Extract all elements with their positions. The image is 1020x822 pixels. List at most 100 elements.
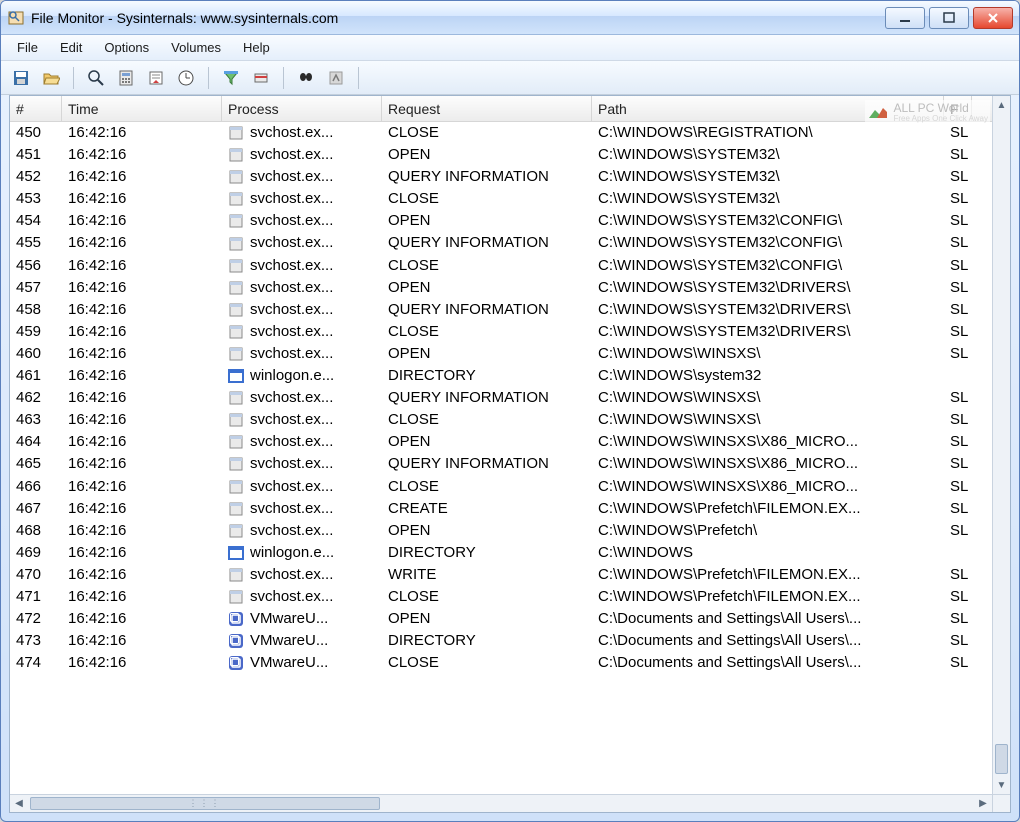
process-icon (228, 258, 244, 274)
table-row[interactable]: 45916:42:16svchost.ex...CLOSEC:\WINDOWS\… (10, 321, 1010, 343)
scroll-up-icon[interactable]: ▲ (993, 96, 1010, 114)
table-row[interactable]: 45516:42:16svchost.ex...QUERY INFORMATIO… (10, 232, 1010, 254)
scroll-left-icon[interactable]: ◀ (10, 795, 28, 812)
table-row[interactable]: 46016:42:16svchost.ex...OPENC:\WINDOWS\W… (10, 343, 1010, 365)
horizontal-scrollbar[interactable]: ◀ ⋮⋮⋮ ▶ (10, 794, 992, 812)
table-row[interactable]: 46616:42:16svchost.ex...CLOSEC:\WINDOWS\… (10, 476, 1010, 498)
rows-container[interactable]: 45016:42:16svchost.ex...CLOSEC:\WINDOWS\… (10, 122, 1010, 812)
table-row[interactable]: 46816:42:16svchost.ex...OPENC:\WINDOWS\P… (10, 520, 1010, 542)
table-row[interactable]: 46916:42:16winlogon.e...DIRECTORYC:\WIND… (10, 542, 1010, 564)
table-row[interactable]: 45416:42:16svchost.ex...OPENC:\WINDOWS\S… (10, 210, 1010, 232)
column-header-number[interactable]: # (10, 96, 62, 121)
cell-path: C:\WINDOWS\SYSTEM32\ (592, 144, 944, 166)
table-row[interactable]: 45216:42:16svchost.ex...QUERY INFORMATIO… (10, 166, 1010, 188)
menu-file[interactable]: File (7, 37, 48, 58)
cell-number: 462 (10, 387, 62, 409)
cell-result: SL (944, 188, 972, 210)
cell-time: 16:42:16 (62, 431, 222, 453)
menu-options[interactable]: Options (94, 37, 159, 58)
vertical-scrollbar[interactable]: ▲ ▼ (992, 96, 1010, 794)
cell-time: 16:42:16 (62, 476, 222, 498)
process-name: svchost.ex... (250, 520, 333, 542)
open-icon[interactable] (39, 66, 63, 90)
table-row[interactable]: 46216:42:16svchost.ex...QUERY INFORMATIO… (10, 387, 1010, 409)
cell-process: svchost.ex... (222, 188, 382, 210)
scrollbar-corner (992, 794, 1010, 812)
close-button[interactable] (973, 7, 1013, 29)
process-icon (228, 147, 244, 163)
autoscroll-icon[interactable] (144, 66, 168, 90)
cell-request: QUERY INFORMATION (382, 299, 592, 321)
cell-path: C:\WINDOWS\SYSTEM32\DRIVERS\ (592, 277, 944, 299)
cell-process: svchost.ex... (222, 476, 382, 498)
table-row[interactable]: 46316:42:16svchost.ex...CLOSEC:\WINDOWS\… (10, 409, 1010, 431)
table-row[interactable]: 46716:42:16svchost.ex...CREATEC:\WINDOWS… (10, 498, 1010, 520)
scroll-right-icon[interactable]: ▶ (974, 795, 992, 812)
cell-result: SL (944, 520, 972, 542)
column-header-request[interactable]: Request (382, 96, 592, 121)
toolbar-separator (73, 67, 74, 89)
maximize-button[interactable] (929, 7, 969, 29)
filter-icon[interactable] (219, 66, 243, 90)
cell-result: SL (944, 122, 972, 144)
hscroll-track[interactable]: ⋮⋮⋮ (28, 795, 974, 812)
menu-edit[interactable]: Edit (50, 37, 92, 58)
scroll-down-icon[interactable]: ▼ (993, 776, 1010, 794)
menu-help[interactable]: Help (233, 37, 280, 58)
table-row[interactable]: 45316:42:16svchost.ex...CLOSEC:\WINDOWS\… (10, 188, 1010, 210)
cell-process: svchost.ex... (222, 409, 382, 431)
highlight-icon[interactable] (249, 66, 273, 90)
cell-number: 468 (10, 520, 62, 542)
calculator-icon[interactable] (114, 66, 138, 90)
table-row[interactable]: 47216:42:16VMwareU...OPENC:\Documents an… (10, 608, 1010, 630)
process-icon (228, 567, 244, 583)
table-row[interactable]: 46516:42:16svchost.ex...QUERY INFORMATIO… (10, 453, 1010, 475)
table-row[interactable]: 47416:42:16VMwareU...CLOSEC:\Documents a… (10, 652, 1010, 674)
cell-request: WRITE (382, 564, 592, 586)
cell-process: winlogon.e... (222, 365, 382, 387)
table-row[interactable]: 45816:42:16svchost.ex...QUERY INFORMATIO… (10, 299, 1010, 321)
process-icon (228, 523, 244, 539)
titlebar[interactable]: File Monitor - Sysinternals: www.sysinte… (1, 1, 1019, 35)
process-icon (228, 302, 244, 318)
column-header-process[interactable]: Process (222, 96, 382, 121)
cell-request: CLOSE (382, 652, 592, 674)
cell-number: 456 (10, 255, 62, 277)
table-row[interactable]: 47016:42:16svchost.ex...WRITEC:\WINDOWS\… (10, 564, 1010, 586)
table-row[interactable]: 47316:42:16VMwareU...DIRECTORYC:\Documen… (10, 630, 1010, 652)
menu-volumes[interactable]: Volumes (161, 37, 231, 58)
table-row[interactable]: 45616:42:16svchost.ex...CLOSEC:\WINDOWS\… (10, 255, 1010, 277)
app-icon (7, 9, 25, 27)
minimize-button[interactable] (885, 7, 925, 29)
table-row[interactable]: 46116:42:16winlogon.e...DIRECTORYC:\WIND… (10, 365, 1010, 387)
hscroll-thumb[interactable]: ⋮⋮⋮ (30, 797, 380, 810)
cell-number: 466 (10, 476, 62, 498)
magnify-icon[interactable] (84, 66, 108, 90)
table-row[interactable]: 47116:42:16svchost.ex...CLOSEC:\WINDOWS\… (10, 586, 1010, 608)
cell-number: 474 (10, 652, 62, 674)
column-header-time[interactable]: Time (62, 96, 222, 121)
process-icon (228, 191, 244, 207)
cell-path: C:\WINDOWS\SYSTEM32\CONFIG\ (592, 210, 944, 232)
cell-path: C:\WINDOWS\SYSTEM32\ (592, 166, 944, 188)
jump-icon[interactable] (324, 66, 348, 90)
cell-number: 464 (10, 431, 62, 453)
table-row[interactable]: 46416:42:16svchost.ex...OPENC:\WINDOWS\W… (10, 431, 1010, 453)
vscroll-track[interactable] (993, 114, 1010, 776)
table-row[interactable]: 45116:42:16svchost.ex...OPENC:\WINDOWS\S… (10, 144, 1010, 166)
process-name: svchost.ex... (250, 232, 333, 254)
cell-request: CLOSE (382, 586, 592, 608)
listview: ALL PC World Free Apps One Click Away # … (9, 95, 1011, 813)
find-icon[interactable] (294, 66, 318, 90)
cell-result: SL (944, 431, 972, 453)
clock-icon[interactable] (174, 66, 198, 90)
vscroll-thumb[interactable] (995, 744, 1008, 774)
cell-path: C:\WINDOWS\Prefetch\FILEMON.EX... (592, 564, 944, 586)
cell-request: CLOSE (382, 255, 592, 277)
process-icon (228, 236, 244, 252)
save-icon[interactable] (9, 66, 33, 90)
toolbar-separator (208, 67, 209, 89)
table-row[interactable]: 45016:42:16svchost.ex...CLOSEC:\WINDOWS\… (10, 122, 1010, 144)
table-row[interactable]: 45716:42:16svchost.ex...OPENC:\WINDOWS\S… (10, 277, 1010, 299)
toolbar-separator (283, 67, 284, 89)
